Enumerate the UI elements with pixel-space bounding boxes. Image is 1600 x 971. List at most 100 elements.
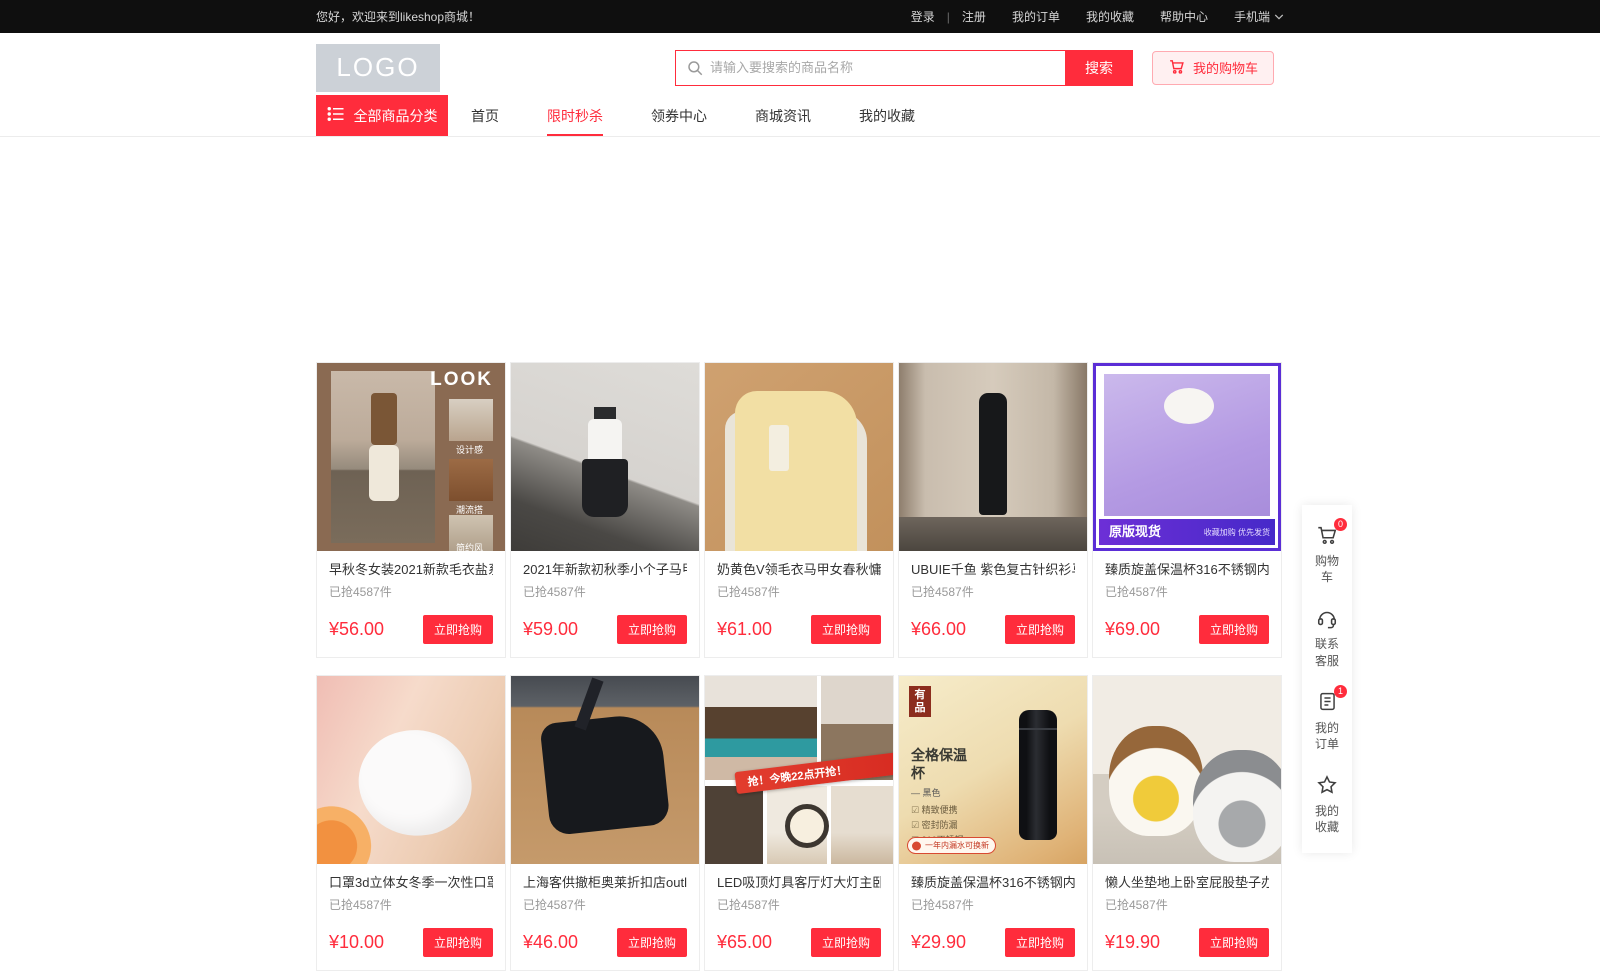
product-title[interactable]: 懒人坐垫地上卧室屁股垫子办... — [1105, 874, 1269, 892]
image-text-brand: 有品 — [909, 686, 931, 717]
product-sold-count: 已抢4587件 — [1105, 583, 1269, 600]
sidebar-item-customer-service[interactable]: 联系客服 — [1302, 595, 1352, 678]
product-price: ¥69.00 — [1105, 619, 1160, 640]
sidebar-item-cart[interactable]: 0 购物车 — [1302, 512, 1352, 595]
sidebar-item-label: 联系客服 — [1314, 636, 1340, 668]
nav-item-mall-news[interactable]: 商城资讯 — [754, 95, 812, 136]
my-cart-button[interactable]: 我的购物车 — [1152, 51, 1274, 85]
product-sold-count: 已抢4587件 — [911, 896, 1075, 913]
product-image — [1093, 676, 1281, 864]
nav-item-coupon-center[interactable]: 领券中心 — [650, 95, 708, 136]
buy-now-button[interactable]: 立即抢购 — [1005, 615, 1075, 644]
product-price: ¥65.00 — [717, 932, 772, 953]
product-card[interactable]: 懒人坐垫地上卧室屁股垫子办...已抢4587件¥19.90立即抢购 — [1092, 675, 1282, 971]
product-info: 上海客供撤柜奥莱折扣店outlets已抢4587件¥46.00立即抢购 — [511, 864, 699, 970]
product-title[interactable]: 早秋冬女装2021新款毛衣盐系... — [329, 561, 493, 579]
badge-my-orders: 1 — [1334, 685, 1347, 698]
product-price: ¥59.00 — [523, 619, 578, 640]
product-card[interactable]: 口罩3d立体女冬季一次性口罩已抢4587件 ¥10.00 立即抢购 — [316, 675, 506, 971]
product-card[interactable]: 奶黄色V领毛衣马甲女春秋慵懒... 已抢4587件 ¥61.00立即抢购 — [704, 362, 894, 658]
search-input[interactable] — [675, 50, 1065, 86]
header: LOGO 搜索 我的购物车 — [0, 33, 1600, 137]
product-info: 奶黄色V领毛衣马甲女春秋慵懒... 已抢4587件 ¥61.00立即抢购 — [705, 551, 893, 657]
image-text-ribbon: 抢！今晚22点开抢！ — [734, 748, 893, 794]
topbar-link-login[interactable]: 登录 — [911, 8, 935, 25]
buy-now-button[interactable]: 立即抢购 — [1199, 615, 1269, 644]
product-info: UBUIE千鱼 紫色复古针织衫马...已抢4587件¥66.00立即抢购 — [899, 551, 1087, 657]
product-title[interactable]: 上海客供撤柜奥莱折扣店outlets — [523, 874, 687, 892]
image-text-cap3: 简约风 — [456, 541, 483, 551]
logo[interactable]: LOGO — [316, 44, 440, 92]
product-grid: LOOK设计感潮流搭简约风早秋冬女装2021新款毛衣盐系... 已抢4587件 ¥5… — [316, 362, 1284, 971]
sidebar-item-label: 我的收藏 — [1314, 803, 1340, 835]
buy-now-button[interactable]: 立即抢购 — [1199, 928, 1269, 957]
search-button[interactable]: 搜索 — [1065, 50, 1133, 86]
product-card[interactable]: LOOK设计感潮流搭简约风早秋冬女装2021新款毛衣盐系...已抢4587件¥5… — [316, 362, 506, 658]
headset-icon — [1315, 606, 1339, 630]
topbar-link-my-orders[interactable]: 我的订单 — [1012, 8, 1060, 25]
product-price: ¥10.00 — [329, 932, 384, 953]
product-image: 有品全格保温杯— 黑色精致便携密封防漏316不锈钢一年内漏水可换新 — [899, 676, 1087, 864]
product-info: 臻质旋盖保温杯316不锈钢内胆... 已抢4587件 ¥69.00 立即抢购 — [1093, 551, 1281, 657]
product-sold-count: 已抢4587件 — [717, 896, 881, 913]
product-sold-count: 已抢4587件 — [523, 583, 687, 600]
product-sold-count: 已抢4587件 — [1105, 896, 1269, 913]
nav-item-home[interactable]: 首页 — [470, 95, 500, 136]
badge-cart: 0 — [1334, 518, 1347, 531]
image-text-look: LOOK — [430, 369, 493, 391]
nav-item-my-favorites[interactable]: 我的收藏 — [858, 95, 916, 136]
image-text-feat1: 精致便携 — [911, 803, 958, 816]
topbar-link-mobile[interactable]: 手机端 — [1234, 8, 1284, 25]
product-image — [899, 363, 1087, 551]
product-card[interactable]: UBUIE千鱼 紫色复古针织衫马...已抢4587件¥66.00立即抢购 — [898, 362, 1088, 658]
product-title[interactable]: 口罩3d立体女冬季一次性口罩 — [329, 874, 493, 892]
product-title[interactable]: UBUIE千鱼 紫色复古针织衫马... — [911, 561, 1075, 579]
star-icon — [1315, 773, 1339, 797]
product-price-row: ¥65.00 立即抢购 — [717, 928, 881, 957]
product-price-row: ¥61.00立即抢购 — [717, 615, 881, 644]
buy-now-button[interactable]: 立即抢购 — [1005, 928, 1075, 957]
topbar-links: 登录|注册我的订单我的收藏帮助中心手机端 — [911, 8, 1284, 25]
product-price: ¥66.00 — [911, 619, 966, 640]
product-card[interactable]: 上海客供撤柜奥莱折扣店outlets已抢4587件¥46.00立即抢购 — [510, 675, 700, 971]
product-price: ¥29.90 — [911, 932, 966, 953]
product-card[interactable]: 原版现货收藏加购 优先发货臻质旋盖保温杯316不锈钢内胆...已抢4587件¥6… — [1092, 362, 1282, 658]
product-price: ¥56.00 — [329, 619, 384, 640]
product-card[interactable]: 抢！今晚22点开抢！ LED吸顶灯具客厅灯大灯主卧... 已抢4587件 ¥65.00… — [704, 675, 894, 971]
category-list-icon — [327, 106, 345, 125]
product-image: LOOK设计感潮流搭简约风 — [317, 363, 505, 551]
buy-now-button[interactable]: 立即抢购 — [811, 615, 881, 644]
buy-now-button[interactable]: 立即抢购 — [423, 928, 493, 957]
product-sold-count: 已抢4587件 — [329, 896, 493, 913]
topbar-link-my-favorites[interactable]: 我的收藏 — [1086, 8, 1134, 25]
buy-now-button[interactable]: 立即抢购 — [617, 615, 687, 644]
order-icon: 1 — [1315, 690, 1339, 714]
sidebar-item-my-favorites[interactable]: 我的收藏 — [1302, 762, 1352, 845]
buy-now-button[interactable]: 立即抢购 — [811, 928, 881, 957]
image-text-feat2: 密封防漏 — [911, 818, 958, 831]
product-info: 2021年新款初秋季小个子马甲... 已抢4587件 ¥59.00 立即抢购 — [511, 551, 699, 657]
topbar-link-register[interactable]: 注册 — [962, 8, 986, 25]
product-card[interactable]: 有品全格保温杯— 黑色精致便携密封防漏316不锈钢一年内漏水可换新臻质旋盖保温杯… — [898, 675, 1088, 971]
product-sold-count: 已抢4587件 — [717, 583, 881, 600]
buy-now-button[interactable]: 立即抢购 — [423, 615, 493, 644]
sidebar-item-label: 购物车 — [1314, 553, 1340, 585]
buy-now-button[interactable]: 立即抢购 — [617, 928, 687, 957]
product-info: 懒人坐垫地上卧室屁股垫子办...已抢4587件¥19.90立即抢购 — [1093, 864, 1281, 970]
image-text-pname: 全格保温杯 — [911, 746, 973, 782]
nav-item-flash-sale[interactable]: 限时秒杀 — [546, 95, 604, 136]
sidebar-item-my-orders[interactable]: 1我的订单 — [1302, 679, 1352, 762]
product-title[interactable]: 臻质旋盖保温杯316不锈钢内胆... — [911, 874, 1075, 892]
product-card[interactable]: 2021年新款初秋季小个子马甲... 已抢4587件 ¥59.00 立即抢购 — [510, 362, 700, 658]
product-title[interactable]: 2021年新款初秋季小个子马甲... — [523, 561, 687, 579]
image-text-qbadge: 一年内漏水可换新 — [907, 837, 996, 854]
product-title[interactable]: 奶黄色V领毛衣马甲女春秋慵懒... — [717, 561, 881, 579]
product-price-row: ¥56.00 立即抢购 — [329, 615, 493, 644]
product-title[interactable]: LED吸顶灯具客厅灯大灯主卧... — [717, 874, 881, 892]
all-categories-button[interactable]: 全部商品分类 — [316, 95, 448, 136]
main-nav: 全部商品分类 首页 限时秒杀 领券中心 商城资讯 我的收藏 — [316, 95, 1284, 136]
product-info: 早秋冬女装2021新款毛衣盐系...已抢4587件¥56.00立即抢购 — [317, 551, 505, 657]
chevron-down-icon — [1274, 10, 1284, 24]
product-title[interactable]: 臻质旋盖保温杯316不锈钢内胆... — [1105, 561, 1269, 579]
topbar-link-help-center[interactable]: 帮助中心 — [1160, 8, 1208, 25]
